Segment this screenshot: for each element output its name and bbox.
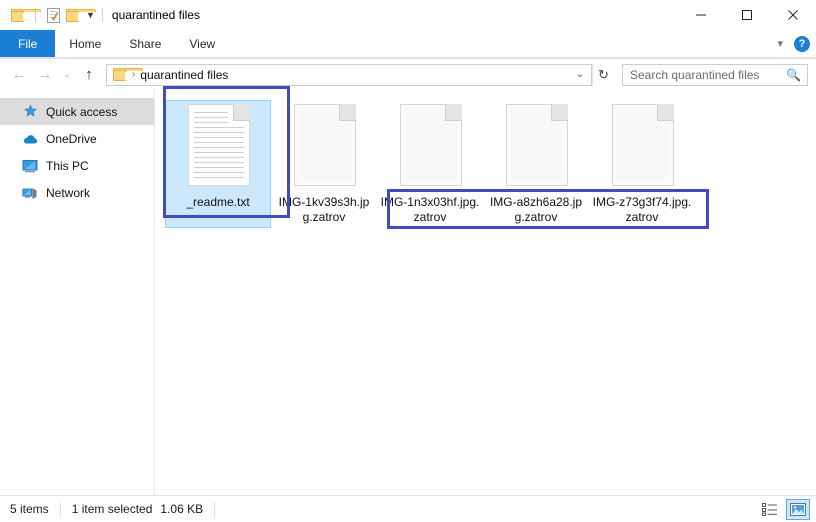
monitor-icon bbox=[22, 158, 38, 174]
navigation-pane: Quick access OneDrive This PC Network bbox=[0, 90, 155, 495]
file-name-label: IMG-1n3x03hf.jpg.zatrov bbox=[380, 195, 480, 224]
refresh-button[interactable]: ↻ bbox=[592, 63, 614, 86]
file-item-readme[interactable]: _readme.txt bbox=[165, 100, 271, 228]
file-name-label: IMG-z73g3f74.jpg.zatrov bbox=[592, 195, 692, 224]
breadcrumb-folder-icon bbox=[113, 68, 143, 81]
breadcrumb-separator: › bbox=[132, 68, 136, 80]
status-bar: 5 items 1 item selected 1.06 KB bbox=[0, 495, 816, 522]
ribbon-right-controls: ▾ ? bbox=[774, 30, 810, 58]
sidebar-item-this-pc[interactable]: This PC bbox=[0, 152, 154, 179]
window-controls bbox=[678, 0, 816, 30]
details-view-button[interactable] bbox=[758, 499, 782, 520]
search-input[interactable]: Search quarantined files bbox=[630, 68, 786, 82]
up-button[interactable]: ↑ bbox=[76, 62, 102, 88]
tab-file[interactable]: File bbox=[0, 30, 56, 58]
forward-button[interactable]: → bbox=[32, 62, 58, 88]
file-list-view[interactable]: _readme.txt IMG-1kv39s3h.jpg.zatrov IMG-… bbox=[155, 90, 816, 495]
sidebar-item-quick-access[interactable]: Quick access bbox=[0, 98, 154, 125]
quick-access-toolbar: ✓ ▼ quarantined files bbox=[0, 5, 200, 25]
sidebar-item-label: Network bbox=[46, 185, 91, 200]
ribbon-divider bbox=[0, 57, 816, 58]
item-count-label: 5 items bbox=[10, 502, 49, 516]
view-buttons bbox=[758, 498, 810, 520]
tab-home[interactable]: Home bbox=[55, 30, 115, 58]
properties-icon[interactable]: ✓ bbox=[43, 5, 63, 25]
close-button[interactable] bbox=[770, 0, 816, 30]
minimize-button[interactable] bbox=[678, 0, 724, 30]
file-explorer-window: ✓ ▼ quarantined files File Home Share Vi bbox=[0, 0, 816, 522]
window-title: quarantined files bbox=[111, 8, 200, 22]
title-bar: ✓ ▼ quarantined files bbox=[0, 0, 816, 30]
star-icon bbox=[22, 104, 38, 120]
large-icons-view-button[interactable] bbox=[786, 498, 810, 520]
blank-file-icon bbox=[607, 104, 677, 190]
status-divider-1 bbox=[59, 501, 61, 517]
folder-icon[interactable] bbox=[8, 5, 41, 25]
tab-share[interactable]: Share bbox=[115, 30, 175, 58]
file-name-label: IMG-a8zh6a28.jpg.zatrov bbox=[489, 195, 583, 224]
text-document-icon bbox=[183, 104, 253, 190]
file-name-label: IMG-1kv39s3h.jpg.zatrov bbox=[278, 195, 370, 224]
sidebar-item-onedrive[interactable]: OneDrive bbox=[0, 125, 154, 152]
file-tiles: _readme.txt IMG-1kv39s3h.jpg.zatrov IMG-… bbox=[155, 90, 816, 234]
cloud-icon bbox=[22, 131, 38, 147]
network-icon bbox=[22, 185, 38, 201]
breadcrumb[interactable]: quarantined files bbox=[140, 68, 228, 82]
address-input[interactable]: › quarantined files ⌄ bbox=[106, 63, 592, 86]
maximize-button[interactable] bbox=[724, 0, 770, 30]
tab-view[interactable]: View bbox=[175, 30, 229, 58]
search-box[interactable]: Search quarantined files 🔍 bbox=[622, 63, 808, 86]
address-bar-row: ← → ⌄ ↑ › quarantined files ⌄ ↻ Search q… bbox=[0, 59, 816, 90]
sidebar-item-network[interactable]: Network bbox=[0, 179, 154, 206]
back-button[interactable]: ← bbox=[6, 62, 32, 88]
blank-file-icon bbox=[501, 104, 571, 190]
address-dropdown-icon[interactable]: ⌄ bbox=[569, 69, 591, 80]
file-item-img-1n3x03hf[interactable]: IMG-1n3x03hf.jpg.zatrov bbox=[377, 100, 483, 228]
selection-size-label: 1.06 KB bbox=[160, 502, 204, 516]
sidebar-item-label: OneDrive bbox=[46, 131, 97, 146]
new-folder-icon[interactable] bbox=[63, 5, 96, 25]
ribbon-tabs: File Home Share View ▾ ? bbox=[0, 30, 816, 59]
search-icon[interactable]: 🔍 bbox=[786, 69, 801, 81]
sidebar-item-label: Quick access bbox=[46, 104, 118, 119]
file-name-label: _readme.txt bbox=[186, 195, 250, 209]
chevron-down-icon[interactable]: ▾ bbox=[774, 38, 786, 50]
file-item-img-1kv39s3h[interactable]: IMG-1kv39s3h.jpg.zatrov bbox=[271, 100, 377, 228]
customize-dropdown-icon[interactable]: ▼ bbox=[86, 10, 95, 20]
recent-locations-button[interactable]: ⌄ bbox=[58, 62, 76, 88]
status-divider-2 bbox=[214, 501, 216, 517]
sidebar-item-label: This PC bbox=[46, 158, 89, 173]
help-icon[interactable]: ? bbox=[794, 36, 810, 52]
explorer-body: Quick access OneDrive This PC Network _r… bbox=[0, 90, 816, 495]
blank-file-icon bbox=[289, 104, 359, 190]
file-item-img-a8zh6a28[interactable]: IMG-a8zh6a28.jpg.zatrov bbox=[483, 100, 589, 228]
file-item-img-z73g3f74[interactable]: IMG-z73g3f74.jpg.zatrov bbox=[589, 100, 695, 228]
blank-file-icon bbox=[395, 104, 465, 190]
selection-label: 1 item selected bbox=[71, 502, 153, 516]
toolbar-separator-2 bbox=[101, 8, 103, 22]
